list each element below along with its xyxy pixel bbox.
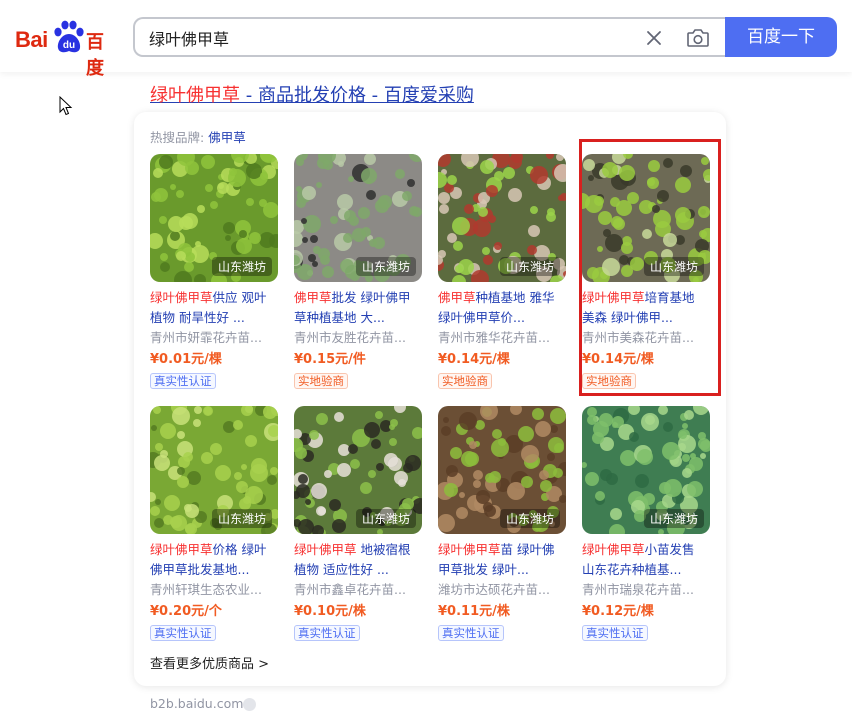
result-title-link[interactable]: 绿叶佛甲草 - 商品批发价格 - 百度爱采购 — [150, 81, 474, 107]
product-image[interactable]: 山东潍坊 — [438, 406, 566, 534]
product-seller[interactable]: 潍坊市达硕花卉苗... — [438, 580, 566, 600]
product-price: ¥0.20元/个 — [150, 604, 222, 619]
product-image[interactable]: 山东潍坊 — [294, 406, 422, 534]
product-name-keyword: 佛甲草 — [438, 290, 476, 305]
product-seller[interactable]: 青州市鑫卓花卉苗... — [294, 580, 422, 600]
result-title-rest: - 商品批发价格 - 百度爱采购 — [240, 85, 474, 106]
product-name-keyword: 绿叶佛甲草 — [150, 290, 213, 305]
product-price: ¥0.15元/件 — [294, 352, 366, 367]
product-name-link[interactable]: 绿叶佛甲草苗 绿叶佛甲草批发 绿叶... — [438, 540, 566, 580]
product-location: 山东潍坊 — [643, 257, 704, 276]
product-badge: 真实性认证 — [294, 625, 360, 641]
product-location: 山东潍坊 — [355, 257, 416, 276]
hot-brand-label: 热搜品牌: — [150, 130, 205, 145]
product-price: ¥0.10元/株 — [294, 604, 366, 619]
product-price: ¥0.01元/棵 — [150, 352, 222, 367]
hot-brand-link[interactable]: 佛甲草 — [208, 130, 246, 145]
product-image[interactable]: 山东潍坊 — [582, 154, 710, 282]
product-name-link[interactable]: 佛甲草批发 绿叶佛甲草种植基地 大... — [294, 288, 422, 328]
product-badge: 实地验商 — [294, 373, 348, 389]
product-item[interactable]: 山东潍坊 绿叶佛甲草 地被宿根植物 适应性好 ... 青州市鑫卓花卉苗... ¥… — [294, 406, 422, 641]
product-price: ¥0.12元/棵 — [582, 604, 654, 619]
product-item[interactable]: 山东潍坊 绿叶佛甲草价格 绿叶佛甲草批发基地... 青州轩琪生态农业... ¥0… — [150, 406, 278, 641]
clear-icon[interactable] — [644, 28, 664, 48]
logo-text-latin: Bai — [15, 27, 48, 52]
product-name-keyword: 绿叶佛甲草 — [294, 542, 357, 557]
product-item[interactable]: 山东潍坊 绿叶佛甲草供应 观叶植物 耐旱性好 ... 青州市妍霏花卉苗... ¥… — [150, 154, 278, 389]
baidu-paw-icon: du — [54, 20, 84, 53]
product-badge: 真实性认证 — [438, 625, 504, 641]
product-seller[interactable]: 青州市瑞泉花卉苗... — [582, 580, 710, 600]
source-url[interactable]: b2b.baidu.com — [150, 696, 243, 711]
product-seller[interactable]: 青州市妍霏花卉苗... — [150, 328, 278, 348]
logo-text-cn: 百度 — [86, 32, 104, 79]
product-image[interactable]: 山东潍坊 — [438, 154, 566, 282]
search-input[interactable] — [149, 27, 629, 49]
product-price: ¥0.14元/棵 — [582, 352, 654, 367]
product-location: 山东潍坊 — [355, 509, 416, 528]
product-item[interactable]: 山东潍坊 佛甲草种植基地 雅华绿叶佛甲草价... 青州市雅华花卉苗... ¥0.… — [438, 154, 566, 389]
product-image[interactable]: 山东潍坊 — [582, 406, 710, 534]
more-products-link[interactable]: 查看更多优质商品 > — [150, 653, 269, 672]
product-price: ¥0.11元/株 — [438, 604, 510, 619]
product-name-link[interactable]: 绿叶佛甲草 地被宿根植物 适应性好 ... — [294, 540, 422, 580]
product-item[interactable]: 山东潍坊 绿叶佛甲草苗 绿叶佛甲草批发 绿叶... 潍坊市达硕花卉苗... ¥0… — [438, 406, 566, 641]
product-location: 山东潍坊 — [499, 509, 560, 528]
baidu-logo[interactable]: Bai du 百度 — [15, 20, 119, 79]
product-name-keyword: 绿叶佛甲草 — [150, 542, 213, 557]
product-item[interactable]: 山东潍坊 绿叶佛甲草培育基地 美森 绿叶佛甲... 青州市美森花卉苗... ¥0… — [582, 154, 710, 389]
product-badge: 实地验商 — [438, 373, 492, 389]
product-location: 山东潍坊 — [499, 257, 560, 276]
product-name-keyword: 绿叶佛甲草 — [582, 290, 645, 305]
search-box — [133, 17, 727, 57]
hot-brand-row: 热搜品牌: 佛甲草 — [150, 127, 246, 146]
product-seller[interactable]: 青州轩琪生态农业... — [150, 580, 278, 600]
search-button[interactable]: 百度一下 — [725, 17, 837, 57]
product-name-keyword: 绿叶佛甲草 — [438, 542, 501, 557]
product-item[interactable]: 山东潍坊 绿叶佛甲草小苗发售 山东花卉种植基... 青州市瑞泉花卉苗... ¥0… — [582, 406, 710, 641]
product-badge: 真实性认证 — [150, 373, 216, 389]
product-location: 山东潍坊 — [211, 509, 272, 528]
product-image[interactable]: 山东潍坊 — [150, 154, 278, 282]
product-image[interactable]: 山东潍坊 — [294, 154, 422, 282]
product-name-link[interactable]: 绿叶佛甲草价格 绿叶佛甲草批发基地... — [150, 540, 278, 580]
product-price: ¥0.14元/棵 — [438, 352, 510, 367]
result-title-keyword: 绿叶佛甲草 — [150, 85, 240, 106]
product-name-link[interactable]: 绿叶佛甲草小苗发售 山东花卉种植基... — [582, 540, 710, 580]
product-seller[interactable]: 青州市美森花卉苗... — [582, 328, 710, 348]
product-image[interactable]: 山东潍坊 — [150, 406, 278, 534]
product-location: 山东潍坊 — [211, 257, 272, 276]
product-name-keyword: 佛甲草 — [294, 290, 332, 305]
product-badge: 真实性认证 — [150, 625, 216, 641]
product-badge: 真实性认证 — [582, 625, 648, 641]
product-name-link[interactable]: 佛甲草种植基地 雅华绿叶佛甲草价... — [438, 288, 566, 328]
product-item[interactable]: 山东潍坊 佛甲草批发 绿叶佛甲草种植基地 大... 青州市友胜花卉苗... ¥0… — [294, 154, 422, 389]
product-badge: 实地验商 — [582, 373, 636, 389]
mouse-cursor-icon — [59, 96, 73, 116]
product-name-link[interactable]: 绿叶佛甲草培育基地 美森 绿叶佛甲... — [582, 288, 710, 328]
source-menu-icon[interactable] — [243, 698, 256, 711]
product-name-link[interactable]: 绿叶佛甲草供应 观叶植物 耐旱性好 ... — [150, 288, 278, 328]
product-seller[interactable]: 青州市雅华花卉苗... — [438, 328, 566, 348]
camera-icon[interactable] — [686, 27, 710, 49]
product-location: 山东潍坊 — [643, 509, 704, 528]
product-name-keyword: 绿叶佛甲草 — [582, 542, 645, 557]
header: Bai du 百度 百度一下 — [0, 0, 852, 79]
logo-paw-text: du — [63, 40, 75, 51]
product-seller[interactable]: 青州市友胜花卉苗... — [294, 328, 422, 348]
